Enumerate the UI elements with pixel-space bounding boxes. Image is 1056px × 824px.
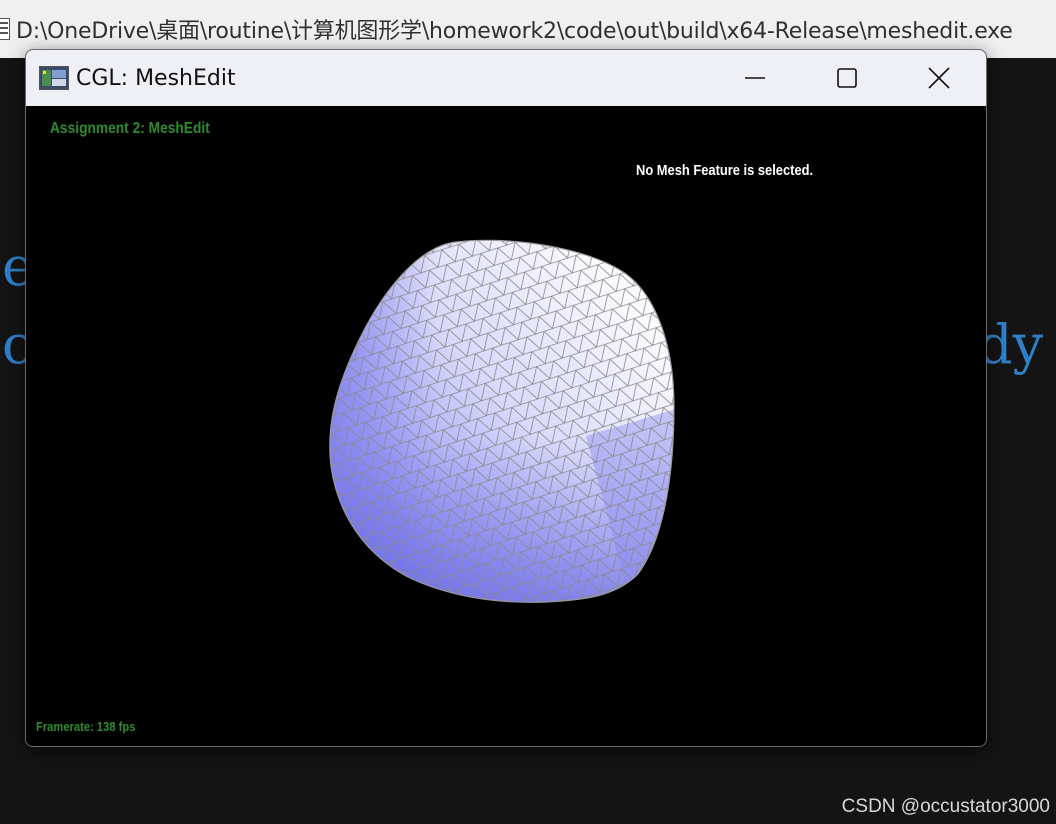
minimize-icon: [745, 77, 765, 79]
console-icon: [0, 18, 10, 40]
mesh-model[interactable]: [26, 106, 986, 746]
meshedit-window: CGL: MeshEdit Assignment 2: MeshEdit No …: [25, 49, 987, 747]
background-text-fragment: dy: [978, 313, 1044, 376]
window-title-bar[interactable]: CGL: MeshEdit: [26, 50, 986, 106]
minimize-button[interactable]: [709, 50, 801, 106]
close-button[interactable]: [893, 50, 985, 106]
close-icon: [928, 67, 950, 89]
watermark: CSDN @occustator3000: [841, 796, 1050, 817]
console-path: D:\OneDrive\桌面\routine\计算机图形学\homework2\…: [16, 19, 1013, 44]
maximize-button[interactable]: [801, 50, 893, 106]
3d-viewport[interactable]: Assignment 2: MeshEdit No Mesh Feature i…: [26, 106, 986, 746]
assignment-label: Assignment 2: MeshEdit: [50, 120, 210, 137]
selection-status: No Mesh Feature is selected.: [636, 162, 814, 179]
desktop-background: D:\OneDrive\桌面\routine\计算机图形学\homework2\…: [0, 0, 1056, 824]
window-title: CGL: MeshEdit: [76, 65, 236, 91]
app-window-icon: [39, 66, 69, 90]
maximize-icon: [837, 68, 857, 88]
framerate-readout: Framerate: 138 fps: [36, 719, 136, 734]
